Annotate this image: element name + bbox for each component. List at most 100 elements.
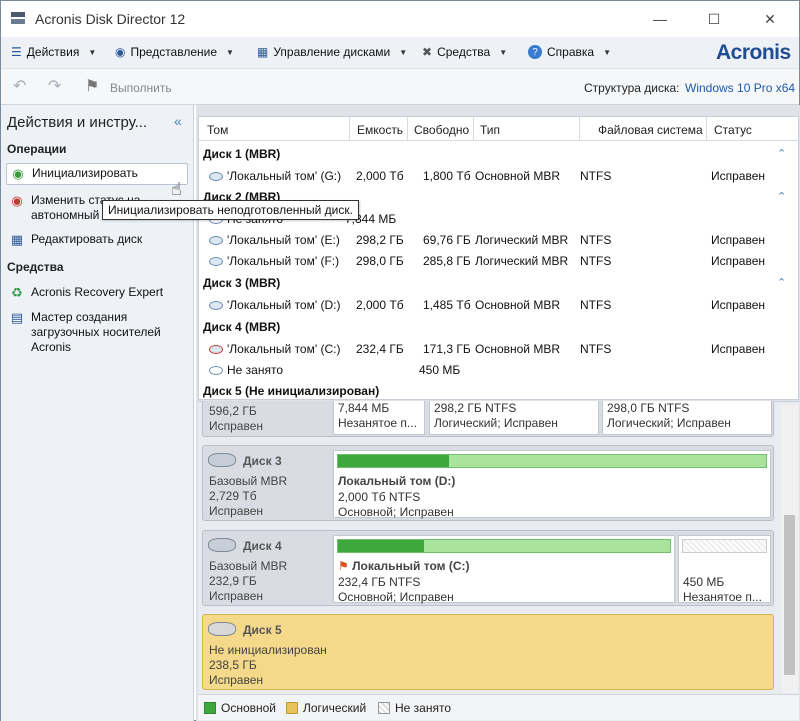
volume-icon bbox=[209, 298, 225, 312]
col-divider[interactable] bbox=[473, 117, 474, 141]
col-header-volume[interactable]: Том bbox=[207, 123, 228, 137]
partition-primary[interactable]: Локальный том (D:) 2,000 Тб NTFS Основно… bbox=[333, 450, 771, 519]
disk-size: 232,9 ГБ bbox=[209, 574, 257, 588]
cell-capacity: 2,000 Тб bbox=[356, 169, 404, 183]
col-header-capacity[interactable]: Емкость bbox=[357, 123, 403, 137]
cell-capacity: 2,000 Тб bbox=[356, 298, 404, 312]
menu-disk-management-label: Управление дисками bbox=[273, 45, 391, 59]
eye-icon: ◉ bbox=[115, 45, 126, 59]
col-header-status[interactable]: Статус bbox=[714, 123, 752, 137]
menu-disk-management[interactable]: ▦ Управление дисками ▼ bbox=[257, 45, 407, 59]
disk-name: Диск 4 bbox=[243, 539, 282, 553]
cell-volume: 'Локальный том' (E:) bbox=[227, 233, 340, 247]
volume-icon bbox=[209, 169, 225, 183]
partition-unallocated[interactable]: 7,844 МБ Незанятое п... bbox=[333, 401, 425, 435]
legend-item-unallocated: Не занято bbox=[378, 701, 451, 715]
volume-icon bbox=[209, 172, 223, 182]
disk-group-header[interactable]: Диск 5 (Не инициализирован) bbox=[203, 384, 379, 398]
hand-cursor-icon: ☝ bbox=[171, 179, 182, 199]
table-row[interactable]: 'Локальный том' (D:) 2,000 Тб 1,485 Тб О… bbox=[199, 295, 798, 315]
chevron-down-icon: ▼ bbox=[603, 47, 611, 57]
col-divider[interactable] bbox=[706, 117, 707, 141]
partition-primary[interactable]: ⚑ Локальный том (C:) 232,4 ГБ NTFS Основ… bbox=[333, 535, 675, 604]
legend: Основной Логический Не занято bbox=[198, 694, 799, 720]
menu-view[interactable]: ◉ Представление ▼ bbox=[115, 45, 234, 59]
sidebar-item-label: загрузочных носителей bbox=[31, 325, 161, 339]
usage-bar bbox=[337, 454, 767, 468]
initialize-disk-icon: ◉ bbox=[12, 166, 24, 181]
cell-status: Исправен bbox=[711, 342, 766, 356]
sidebar-item-bootable-media[interactable]: ▤ Мастер создания загрузочных носителей … bbox=[6, 308, 188, 356]
col-divider[interactable] bbox=[579, 117, 580, 141]
volume-icon bbox=[209, 233, 225, 247]
table-row[interactable]: Не занято 450 МБ bbox=[199, 360, 798, 380]
table-row[interactable]: 'Локальный том' (G:) 2,000 Тб 1,800 Тб О… bbox=[199, 166, 798, 186]
acronis-logo: Acronis bbox=[716, 41, 791, 64]
disk-map-5[interactable]: Диск 5 Не инициализирован 238,5 ГБ Испра… bbox=[202, 614, 774, 690]
cell-filesystem: NTFS bbox=[580, 169, 612, 183]
cell-filesystem: NTFS bbox=[580, 298, 612, 312]
menu-actions[interactable]: ☰ Действия ▼ bbox=[11, 45, 96, 59]
disk-structure-link[interactable]: Windows 10 Pro x64 bbox=[685, 81, 795, 95]
disk-group-header[interactable]: Диск 4 (MBR) bbox=[203, 320, 280, 334]
disk-structure-label: Структура диска: bbox=[584, 81, 680, 95]
partition-size: 298,2 ГБ NTFS bbox=[434, 401, 517, 415]
cell-free: 1,800 Тб bbox=[423, 169, 471, 183]
minimize-button[interactable]: — bbox=[637, 1, 683, 37]
col-divider[interactable] bbox=[349, 117, 350, 141]
partition-logical[interactable]: 298,0 ГБ NTFS Логический; Исправен bbox=[602, 401, 772, 435]
cell-volume: 'Локальный том' (G:) bbox=[227, 169, 342, 183]
disk-map-3[interactable]: Диск 3 Базовый MBR 2,729 Тб Исправен Лок… bbox=[202, 445, 774, 521]
sidebar-item-initialize[interactable]: ◉ Инициализировать bbox=[6, 163, 188, 185]
help-icon: ? bbox=[528, 45, 542, 59]
disk-status: Исправен bbox=[209, 419, 264, 433]
menu-actions-label: Действия bbox=[26, 45, 80, 59]
maximize-button[interactable]: ☐ bbox=[691, 1, 737, 37]
partition-logical[interactable]: 298,2 ГБ NTFS Логический; Исправен bbox=[429, 401, 599, 435]
disk-status: Исправен bbox=[209, 589, 264, 603]
checkered-flag-icon[interactable]: ⚑ bbox=[85, 79, 105, 95]
usage-bar bbox=[337, 539, 671, 553]
volume-status: Основной; Исправен bbox=[338, 505, 454, 519]
legend-item-logical: Логический bbox=[286, 701, 366, 715]
tools-icon: ✖ bbox=[422, 45, 433, 59]
disk-group-header[interactable]: Диск 3 (MBR) bbox=[203, 276, 280, 290]
collapse-up-icon[interactable]: ⌃ bbox=[777, 190, 786, 203]
table-row[interactable]: 'Локальный том' (C:) 232,4 ГБ 171,3 ГБ О… bbox=[199, 339, 798, 359]
apply-button[interactable]: Выполнить bbox=[110, 81, 172, 95]
disk-group-header[interactable]: Диск 1 (MBR) bbox=[203, 147, 280, 161]
partition-label: Незанятое п... bbox=[338, 416, 417, 430]
partition-size: 450 МБ bbox=[683, 575, 725, 589]
partition-size: 298,0 ГБ NTFS bbox=[607, 401, 690, 415]
undo-icon[interactable]: ↶ bbox=[13, 79, 33, 95]
usage-fill bbox=[338, 455, 450, 467]
sidebar-item-label: Мастер создания bbox=[31, 310, 128, 324]
disk-4-info: Базовый MBR 232,9 ГБ Исправен bbox=[209, 559, 287, 604]
menu-help[interactable]: ? Справка ▼ bbox=[528, 45, 611, 59]
scrollbar[interactable] bbox=[781, 405, 798, 693]
table-row[interactable]: 'Локальный том' (F:) 298,0 ГБ 285,8 ГБ Л… bbox=[199, 251, 798, 271]
collapse-up-icon[interactable]: ⌃ bbox=[777, 147, 786, 160]
table-row[interactable]: 'Локальный том' (E:) 298,2 ГБ 69,76 ГБ Л… bbox=[199, 230, 798, 250]
scrollbar-thumb[interactable] bbox=[784, 515, 795, 675]
disk-size: 2,729 Тб bbox=[209, 489, 257, 503]
redo-icon[interactable]: ↷ bbox=[48, 79, 68, 95]
partition-unallocated[interactable]: 450 МБ Незанятое п... bbox=[678, 535, 771, 604]
disk-map-4[interactable]: Диск 4 Базовый MBR 232,9 ГБ Исправен ⚑ Л… bbox=[202, 530, 774, 606]
sidebar-item-recovery-expert[interactable]: ♻ Acronis Recovery Expert bbox=[6, 283, 188, 303]
disk-map-2[interactable]: 596,2 ГБ Исправен 7,844 МБ Незанятое п..… bbox=[202, 401, 774, 437]
col-header-filesystem[interactable]: Файловая система bbox=[598, 123, 703, 137]
menu-tools[interactable]: ✖ Средства ▼ bbox=[422, 45, 507, 59]
hard-disk-icon bbox=[208, 453, 236, 467]
col-header-type[interactable]: Тип bbox=[480, 123, 500, 137]
volume-name: Локальный том (D:) bbox=[338, 474, 456, 488]
cell-volume: 'Локальный том' (D:) bbox=[227, 298, 341, 312]
volume-icon bbox=[209, 342, 225, 356]
close-button[interactable]: ✕ bbox=[747, 1, 793, 37]
collapse-up-icon[interactable]: ⌃ bbox=[777, 276, 786, 289]
sidebar-item-edit-disk[interactable]: ▦ Редактировать диск bbox=[6, 230, 188, 250]
collapse-icon[interactable]: « bbox=[174, 113, 182, 129]
col-divider[interactable] bbox=[407, 117, 408, 141]
cell-volume: 'Локальный том' (F:) bbox=[227, 254, 340, 268]
col-header-free[interactable]: Свободно bbox=[414, 123, 469, 137]
